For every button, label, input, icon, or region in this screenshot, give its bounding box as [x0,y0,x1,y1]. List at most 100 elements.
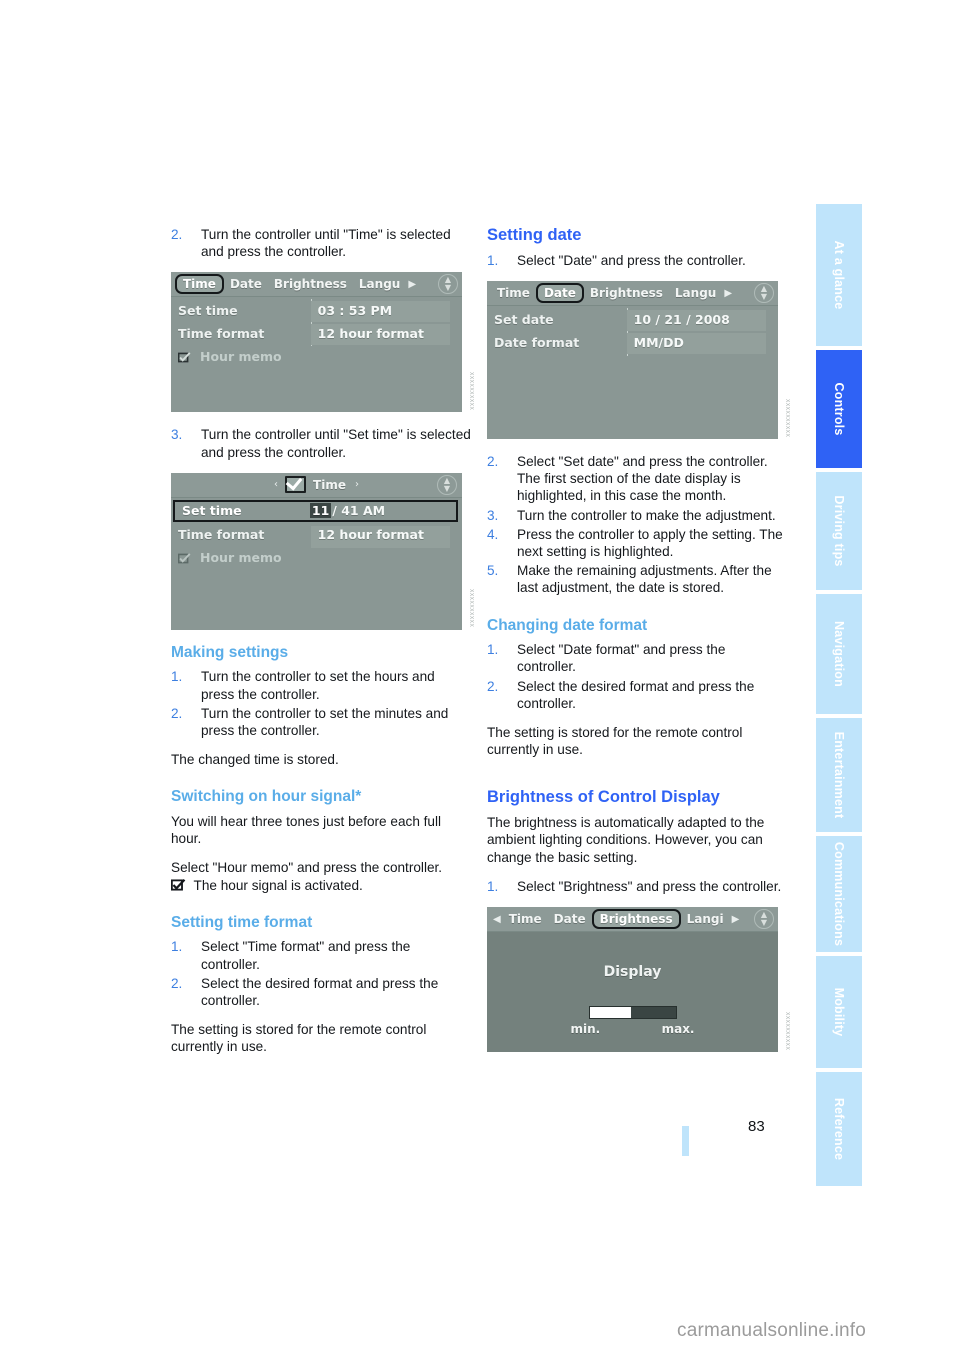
tab-entertainment[interactable]: Entertainment [816,718,862,834]
menu-item-brightness[interactable]: Brightness [591,909,681,930]
menu-item-date[interactable]: Date [535,283,584,303]
screen-title: Time [313,477,346,492]
brightness-paragraph: The brightness is automatically adapted … [487,815,765,865]
menu-item-brightness[interactable]: Brightness [584,286,669,300]
right-content-column: Setting date 1. Select "Date" and press … [487,226,790,1066]
step-text: Turn the controller to make the adjustme… [517,507,776,523]
table-row[interactable]: Time format 12 hour format [171,524,462,546]
menu-item-date[interactable]: Date [224,277,268,291]
chevron-right-icon[interactable]: ▶ [722,288,734,299]
step-number: 2. [487,678,499,694]
step-list-making-settings: 1. Turn the controller to set the hours … [171,668,471,739]
chevron-right-icon[interactable]: › [353,479,361,490]
table-row[interactable]: Set date 10 / 21 / 2008 [487,308,778,330]
tab-at-a-glance[interactable]: At a glance [816,204,862,348]
hour-signal-activated-text: The hour signal is activated. [193,877,363,893]
step-list-select-date: 1. Select "Date" and press the controlle… [487,252,787,269]
tab-communications[interactable]: Communications [816,836,862,954]
hour-signal-paragraph-3-wrap: The hour signal is activated. [171,877,471,894]
step-text: Select "Date" and press the controller. [517,252,746,268]
step-number: 1. [487,878,499,894]
step-number: 1. [171,939,183,955]
row-label: Set time [182,503,242,519]
row-label: Date format [494,334,580,350]
compass-icon: ▲ ▼ [437,474,457,495]
list-item: 5. Make the remaining adjustments. After… [487,562,787,596]
list-item: 1. Select "Date format" and press the co… [487,641,787,675]
list-item: 2. Turn the controller to set the minute… [171,705,471,739]
hour-memo-label: Hour memo [200,550,282,566]
row-label: Time format [178,325,265,341]
menu-item-language[interactable]: Langu [669,286,722,300]
step-text: Select "Date format" and press the contr… [517,642,726,675]
menu-item-date[interactable]: Date [548,912,592,926]
list-item: 1. Select "Time format" and press the co… [171,938,471,972]
hour-signal-paragraph-2: Select "Hour memo" and press the control… [171,860,443,876]
step-text: Select "Time format" and press the contr… [201,939,411,972]
screen-title-bar: ‹ Time › ▲ ▼ [171,472,462,498]
menu-item-language[interactable]: Langu [353,277,406,291]
table-row[interactable]: Time format 12 hour format [171,322,462,344]
step-text: Turn the controller to set the hours and… [201,669,435,702]
step-text: Turn the controller until "Time" is sele… [201,227,451,260]
step-number: 4. [487,526,499,542]
list-item: 3. Turn the controller to make the adjus… [487,507,787,524]
tab-label: Entertainment [832,731,846,819]
tab-driving-tips[interactable]: Driving tips [816,472,862,592]
list-item: 1. Select "Date" and press the controlle… [487,252,787,269]
chevron-left-icon[interactable]: ‹ [272,479,280,490]
chevron-right-icon[interactable]: ▶ [730,914,742,925]
tab-mobility[interactable]: Mobility [816,956,862,1070]
tab-navigation[interactable]: Navigation [816,594,862,716]
tab-controls[interactable]: Controls [816,350,862,470]
list-item: 1. Turn the controller to set the hours … [171,668,471,702]
table-row-set-time-active[interactable]: Set time 11/ 41 AM [173,499,458,522]
menu-item-time[interactable]: Time [503,912,548,926]
step-number: 2. [171,227,183,242]
chevron-right-icon[interactable]: ▶ [406,279,418,290]
idrive-screenshot-set-time: ‹ Time › ▲ ▼ Set time 11/ 41 AM Time form… [171,472,462,630]
list-item: 2. Turn the controller until "Time" is s… [171,226,471,260]
step-number: 2. [171,975,183,991]
compass-icon: ▲ ▼ [754,283,774,303]
chevron-left-icon[interactable]: ◀ [491,914,503,925]
tab-label: Controls [832,382,846,436]
row-label: Time format [178,527,265,543]
step-list-select-set-time: 3. Turn the controller until "Set time" … [171,426,471,460]
table-row-hour-memo[interactable]: Hour memo [171,345,462,367]
note-time-stored: The changed time is stored. [171,752,339,768]
step-number: 3. [171,427,183,443]
list-item: 3. Turn the controller until "Set time" … [171,426,471,460]
selected-segment[interactable]: 11 [309,503,332,519]
step-number: 1. [487,642,499,658]
menu-item-time[interactable]: Time [175,274,224,295]
menu-item-time[interactable]: Time [491,286,536,300]
brightness-slider[interactable] [588,1006,677,1020]
table-row[interactable]: Date format MM/DD [487,331,778,353]
step-number: 5. [487,563,499,579]
step-text: Select the desired format and press the … [517,678,755,711]
tab-label: At a glance [832,240,846,310]
tab-label: Driving tips [832,495,846,567]
figure-id-code: XXXXXXXXXX [468,589,474,628]
menu-item-language[interactable]: Langi [681,912,730,926]
figure-set-time: ‹ Time › ▲ ▼ Set time 11/ 41 AM Time form… [171,472,474,630]
step-text: Select "Set date" and press the controll… [517,454,768,504]
step-text: Press the controller to apply the settin… [517,526,783,560]
list-item: 2. Select the desired format and press t… [487,678,787,712]
idrive-screenshot-brightness: ◀ Time Date Brightness Langi ▶ ▲ ▼ Displa… [487,907,778,1053]
list-item: 2. Select the desired format and press t… [171,975,471,1009]
menu-item-brightness[interactable]: Brightness [268,277,353,291]
heading-brightness-of-control-display: Brightness of Control Display [487,788,720,807]
tab-reference[interactable]: Reference [816,1072,862,1186]
table-row[interactable]: Set time 03 : 53 PM [171,299,462,321]
step-number: 1. [171,669,183,685]
row-label: Set date [494,311,554,327]
row-value: 03 : 53 PM [317,302,393,318]
table-row-hour-memo[interactable]: Hour memo [171,547,462,569]
row-value: MM/DD [633,334,684,350]
screen-menu-bar: Time Date Brightness Langu ▶ ▲ ▼ [171,272,462,298]
idrive-screenshot-date: Time Date Brightness Langu ▶ ▲ ▼ Set date… [487,281,778,439]
figure-time-menu: Time Date Brightness Langu ▶ ▲ ▼ Set time… [171,272,474,413]
